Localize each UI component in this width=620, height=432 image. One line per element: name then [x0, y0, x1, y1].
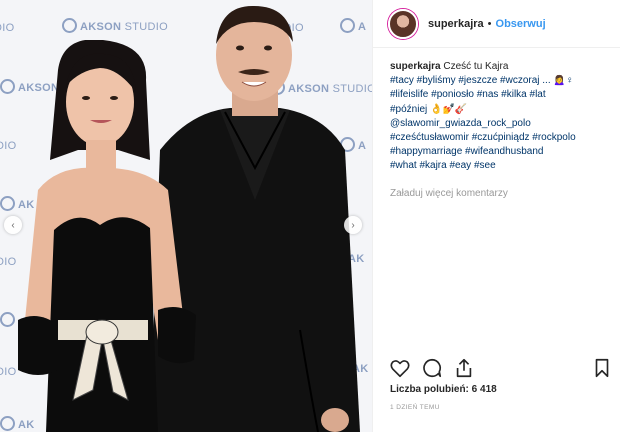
previous-image-button[interactable]: ‹ — [4, 216, 22, 234]
header-username[interactable]: superkajra — [428, 18, 484, 30]
caption-line[interactable]: #lifeislife #poniosło #nas #kilka #lat — [390, 88, 604, 102]
caption-line[interactable]: #cześćtusławomir #czućpiniądz #rockpolo — [390, 131, 604, 145]
caption-line[interactable]: #później 👌💅🎸 — [390, 103, 604, 117]
post-header: superkajra • Obserwuj — [373, 0, 620, 48]
follow-button[interactable]: Obserwuj — [496, 18, 546, 30]
caption-line[interactable]: #tacy #byliśmy #jeszcze #wczoraj ... 🙍‍♀… — [390, 74, 604, 88]
woman-figure — [18, 40, 196, 432]
watermark: DIO — [0, 140, 17, 152]
watermark — [0, 312, 18, 327]
chevron-right-icon: › — [351, 219, 355, 231]
caption-mention[interactable]: @slawomir_gwiazda_rock_polo — [390, 117, 604, 131]
heart-icon[interactable] — [389, 357, 411, 379]
caption-username[interactable]: superkajra — [390, 61, 441, 72]
comment-icon[interactable] — [421, 357, 443, 379]
load-more-comments-button[interactable]: Załaduj więcej komentarzy — [390, 187, 604, 201]
bookmark-icon[interactable] — [591, 357, 613, 379]
chevron-left-icon: ‹ — [11, 219, 15, 231]
avatar[interactable] — [388, 8, 418, 39]
share-icon[interactable] — [453, 357, 475, 379]
watermark: DIO — [0, 366, 17, 378]
post-actions — [389, 357, 613, 379]
caption-line[interactable]: #what #kajra #eay #see — [390, 159, 604, 173]
likes-count[interactable]: Liczba polubień: 6 418 — [390, 384, 497, 395]
post-photo[interactable]: DIO AKSON STUDIO ON STUDIO A AKSON AKSON… — [0, 0, 372, 432]
caption-text: Cześć tu Kajra — [443, 61, 509, 72]
watermark: DIO — [0, 22, 15, 34]
post-side-panel: superkajra • Obserwuj superkajra Cześć t… — [372, 0, 620, 432]
watermark: DIO — [0, 256, 17, 268]
next-image-button[interactable]: › — [344, 216, 362, 234]
caption-line[interactable]: #happymarriage #wifeandhusband — [390, 145, 604, 159]
instagram-post: DIO AKSON STUDIO ON STUDIO A AKSON AKSON… — [0, 0, 620, 432]
post-timestamp[interactable]: 1 DZIEŃ TEMU — [390, 404, 440, 411]
separator-dot: • — [487, 17, 492, 30]
post-caption: superkajra Cześć tu Kajra #tacy #byliśmy… — [373, 48, 620, 201]
